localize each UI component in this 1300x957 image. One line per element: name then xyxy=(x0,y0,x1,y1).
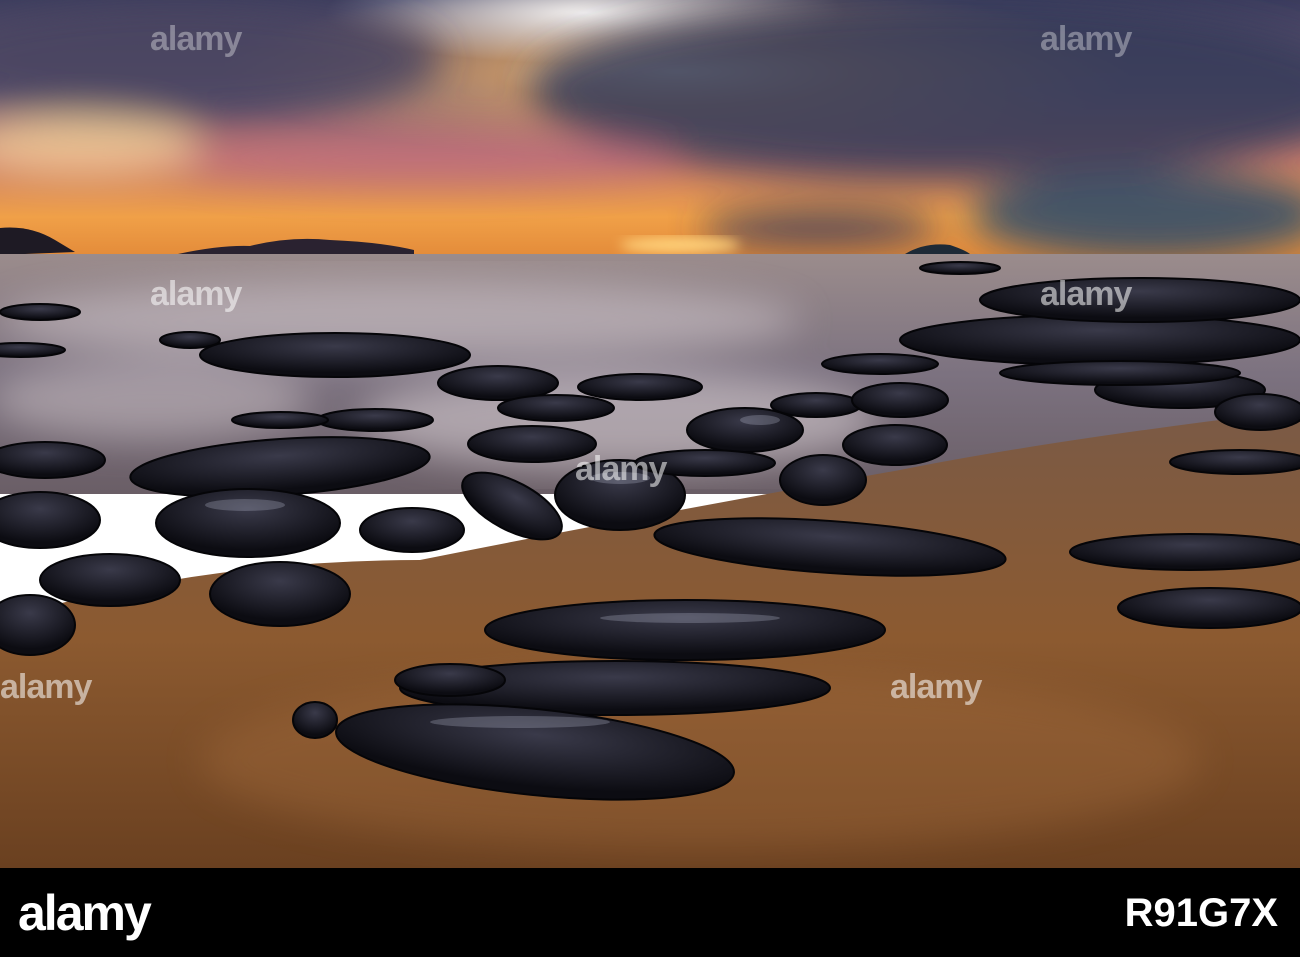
horizon-sun xyxy=(620,237,740,253)
brand-logo[interactable]: alamy xyxy=(18,888,152,938)
beach-sunset-photo xyxy=(0,0,1300,868)
footer-bar: alamy R91G7X xyxy=(0,868,1300,957)
image-id: R91G7X xyxy=(1124,891,1278,935)
